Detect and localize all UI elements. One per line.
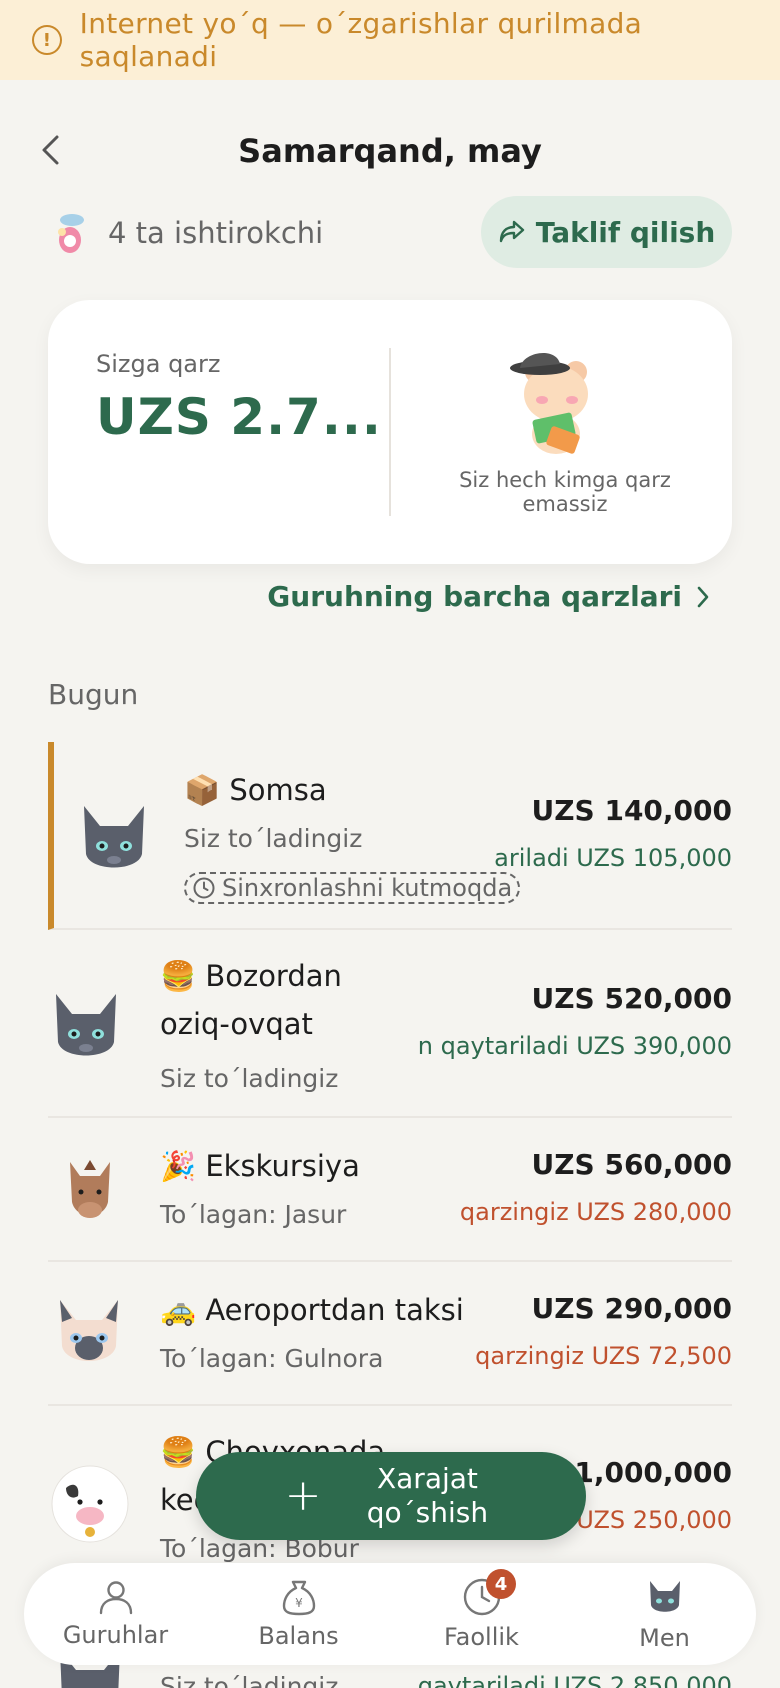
cat-icon	[84, 806, 144, 868]
expense-share: qarzingiz UZS 72,500	[475, 1342, 732, 1370]
divider	[389, 348, 391, 516]
expense-share: ariladi UZS 105,000	[494, 844, 732, 872]
expense-title: 🎉 Ekskursiya	[160, 1149, 360, 1183]
people-icon	[99, 1581, 132, 1615]
expense-title: 📦 Somsa	[184, 773, 327, 807]
expense-payer: To´lagan: Jasur	[160, 1200, 347, 1229]
members-count: 4 ta ishtirokchi	[108, 216, 324, 250]
owe-nobody-note: Siz hech kimga qarz emassiz	[459, 468, 671, 516]
expense-payer: Siz to´ladingiz	[160, 1672, 339, 1688]
expense-share: qaytariladi UZS 2,850,000	[417, 1672, 732, 1688]
expense-payer: Siz to´ladingiz	[160, 1064, 339, 1093]
burger-icon: 🍔	[160, 1435, 197, 1469]
owed-to-you-label: Sizga qarz	[96, 350, 221, 378]
section-today: Bugun	[48, 678, 139, 711]
tab-groups-label: Guruhlar	[62, 1621, 169, 1649]
tab-balance[interactable]: ¥ Balans	[207, 1563, 390, 1665]
expense-payer: To´lagan: Gulnora	[160, 1344, 384, 1373]
taxi-icon: 🚕	[160, 1293, 197, 1327]
expense-payer: Siz to´ladingiz	[184, 824, 363, 853]
siamese-cat-icon	[60, 1300, 118, 1361]
offline-banner: ! Internet yo´q — o´zgarishlar qurilmada…	[0, 0, 780, 80]
expense-amount: UZS 520,000	[531, 982, 732, 1015]
plus-icon: +	[284, 1470, 322, 1521]
tab-groups[interactable]: Guruhlar	[24, 1563, 207, 1665]
expense-title: 🚕 Aeroportdan taksi	[160, 1293, 464, 1327]
party-icon: 🎉	[160, 1149, 197, 1183]
all-group-debts-label: Guruhning barcha qarzlari	[267, 580, 682, 613]
expense-share: qarzingiz UZS 280,000	[459, 1198, 732, 1226]
expense-title: 🍔 Bozordan oziq-ovqat	[160, 959, 342, 1041]
sync-pending-chip: Sinxronlashni kutmoqda	[184, 872, 521, 904]
expense-row[interactable]: 📦 Somsa Siz to´ladingiz Sinxronlashni ku…	[48, 742, 732, 930]
svg-text:¥: ¥	[295, 1596, 303, 1610]
offline-banner-text: Internet yo´q — o´zgarishlar qurilmada s…	[79, 7, 643, 73]
tab-me-label: Men	[639, 1624, 690, 1652]
clock-icon	[193, 877, 215, 899]
horse-icon	[70, 1160, 110, 1218]
invite-button-label: Taklif qilish	[535, 215, 716, 249]
invite-button[interactable]: Taklif qilish	[481, 196, 732, 268]
bear-mascot-icon	[510, 352, 588, 454]
member-avatar-icon	[58, 214, 84, 253]
expense-row[interactable]: 🍔 Bozordan oziq-ovqat Siz to´ladingiz UZ…	[48, 930, 732, 1118]
tab-activity[interactable]: 4 Faollik	[390, 1563, 573, 1665]
page-title: Samarqand, may	[238, 132, 542, 170]
activity-badge: 4	[486, 1569, 516, 1599]
tab-activity-label: Faollik	[444, 1623, 519, 1651]
warning-icon: !	[32, 25, 62, 55]
expense-amount: UZS 290,000	[531, 1292, 732, 1325]
expense-row[interactable]: 🚕 Aeroportdan taksi To´lagan: Gulnora UZ…	[48, 1262, 732, 1406]
expense-amount: UZS 560,000	[531, 1148, 732, 1181]
cow-icon	[51, 1465, 129, 1543]
tab-balance-label: Balans	[258, 1622, 339, 1650]
balance-card[interactable]: Sizga qarz UZS 2.7... Siz hech kimga qar…	[48, 300, 732, 564]
cat-icon	[56, 994, 116, 1056]
chevron-right-icon	[697, 586, 709, 607]
share-icon	[499, 220, 524, 243]
add-expense-button[interactable]: + Xarajat qo´shish	[196, 1452, 586, 1540]
owed-to-you-amount: UZS 2.7...	[96, 388, 382, 446]
money-bag-icon: ¥	[282, 1580, 315, 1616]
expense-row[interactable]: 🎉 Ekskursiya To´lagan: Jasur UZS 560,000…	[48, 1118, 732, 1262]
all-group-debts-link[interactable]: Guruhning barcha qarzlari	[267, 580, 710, 613]
cat-avatar-icon	[649, 1581, 680, 1612]
expense-share: n qaytariladi UZS 390,000	[417, 1032, 732, 1060]
tab-me[interactable]: Men	[573, 1563, 756, 1665]
bottom-tab-bar: Guruhlar ¥ Balans 4 Faollik Men	[24, 1563, 756, 1665]
burger-icon: 🍔	[160, 959, 197, 993]
members-button[interactable]: 4 ta ishtirokchi	[50, 210, 323, 256]
package-icon: 📦	[184, 773, 221, 807]
add-expense-label: Xarajat qo´shish	[366, 1462, 489, 1529]
expense-amount: UZS 140,000	[531, 794, 732, 827]
